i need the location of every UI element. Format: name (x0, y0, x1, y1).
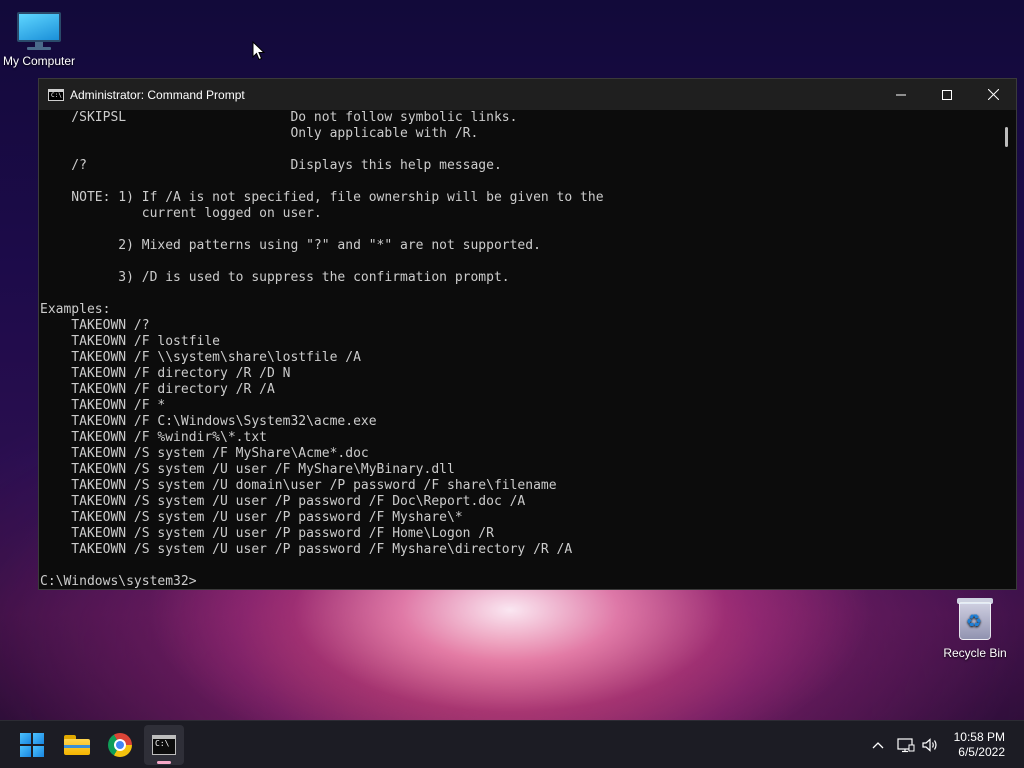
console-line: NOTE: 1) If /A is not specified, file ow… (40, 190, 604, 205)
console-line: TAKEOWN /F \\system\share\lostfile /A (40, 350, 361, 365)
console-line: Only applicable with /R. (40, 126, 479, 141)
clock-date: 6/5/2022 (958, 745, 1005, 759)
console-line: TAKEOWN /F C:\Windows\System32\acme.exe (40, 414, 377, 429)
clock-time: 10:58 PM (953, 730, 1005, 744)
console-line: TAKEOWN /F directory /R /A (40, 382, 275, 397)
monitor-icon (17, 8, 61, 50)
minimize-button[interactable] (878, 79, 924, 110)
cmd-icon: C:\ (152, 735, 176, 755)
taskbar-command-prompt[interactable]: C:\ (144, 725, 184, 765)
chevron-up-icon (872, 742, 884, 749)
taskbar: C:\ 10:58 PM 6/5/2022 (0, 720, 1024, 768)
close-button[interactable] (970, 79, 1016, 110)
console-line: Examples: (40, 302, 111, 317)
console-line: TAKEOWN /F directory /R /D N (40, 366, 291, 381)
volume-icon (922, 738, 937, 752)
console-line: /? Displays this help message. (40, 158, 502, 173)
taskbar-clock[interactable]: 10:58 PM 6/5/2022 (954, 730, 1005, 760)
recycle-bin-icon: ♻ (957, 596, 993, 642)
console-line: TAKEOWN /S system /U domain\user /P pass… (40, 478, 557, 493)
console-output[interactable]: /SKIPSL Do not follow symbolic links. On… (39, 110, 998, 589)
console-line: C:\Windows\system32> (40, 574, 197, 589)
mouse-pointer-icon (252, 41, 266, 61)
console-line: TAKEOWN /F %windir%\*.txt (40, 430, 267, 445)
vertical-scrollbar[interactable] (998, 110, 1016, 589)
cmd-icon[interactable]: C:\ (48, 88, 64, 101)
desktop-icon-recycle-bin[interactable]: ♻ Recycle Bin (935, 596, 1015, 660)
console-line: TAKEOWN /F * (40, 398, 166, 413)
console-line: TAKEOWN /F lostfile (40, 334, 221, 349)
window-title: Administrator: Command Prompt (70, 87, 245, 102)
console-line: current logged on user. (40, 206, 322, 221)
maximize-button[interactable] (924, 79, 970, 110)
network-icon (897, 738, 915, 753)
volume-button[interactable] (919, 734, 941, 756)
console-line: /SKIPSL Do not follow symbolic links. (40, 110, 518, 125)
windows-start-icon (20, 733, 44, 757)
console-line: TAKEOWN /S system /U user /P password /F… (40, 542, 573, 557)
console-line: 3) /D is used to suppress the confirmati… (40, 270, 510, 285)
taskbar-chrome[interactable] (100, 725, 140, 765)
maximize-icon (942, 89, 952, 100)
folder-icon (64, 735, 90, 755)
tray-overflow-button[interactable] (867, 734, 889, 756)
console-line: TAKEOWN /S system /F MyShare\Acme*.doc (40, 446, 369, 461)
chrome-icon (108, 733, 132, 757)
taskbar-file-explorer[interactable] (57, 725, 97, 765)
console-line: 2) Mixed patterns using "?" and "*" are … (40, 238, 541, 253)
console-line: TAKEOWN /S system /U user /P password /F… (40, 510, 463, 525)
scrollbar-thumb[interactable] (1005, 127, 1008, 147)
console-line: TAKEOWN /S system /U user /P password /F… (40, 494, 526, 509)
taskbar-start-button[interactable] (12, 725, 52, 765)
desktop-icon-my-computer[interactable]: My Computer (0, 8, 79, 68)
console-line: TAKEOWN /S system /U user /P password /F… (40, 526, 494, 541)
window-titlebar[interactable]: C:\ Administrator: Command Prompt (39, 79, 1016, 110)
console-line: TAKEOWN /? (40, 318, 150, 333)
close-icon (987, 89, 999, 100)
system-tray (867, 721, 941, 768)
command-prompt-window[interactable]: C:\ Administrator: Command Prompt /SKIPS… (38, 78, 1017, 590)
minimize-icon (896, 94, 906, 95)
console-line: TAKEOWN /S system /U user /F MyShare\MyB… (40, 462, 455, 477)
desktop-icon-label: My Computer (2, 54, 76, 68)
network-button[interactable] (895, 734, 917, 756)
desktop-icon-label: Recycle Bin (943, 646, 1007, 660)
window-controls (878, 79, 1016, 110)
